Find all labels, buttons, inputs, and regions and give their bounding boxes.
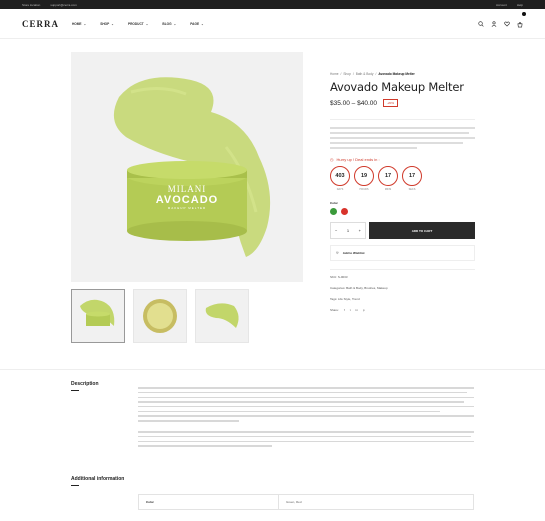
account-link[interactable]: Account [496, 3, 507, 7]
countdown-timer: 403 DAYS 19 HOURS 17 MINS 17 SECS [330, 166, 475, 191]
twitter-icon[interactable]: t [350, 308, 351, 312]
description-underline [71, 390, 79, 391]
chevron-down-icon: ⌄ [145, 21, 149, 26]
cart-badge [522, 11, 526, 16]
cart-icon [517, 21, 523, 27]
nav-page[interactable]: PAGE ⌄ [190, 22, 203, 26]
additional-info-title: Additional information [71, 476, 125, 482]
chevron-down-icon: ⌄ [201, 21, 204, 26]
timer-secs: 17 [402, 166, 422, 186]
qty-minus-button[interactable]: − [335, 228, 337, 233]
help-link[interactable]: Help [517, 3, 523, 7]
nav-blog[interactable]: BLOG ⌄ [162, 22, 176, 26]
nav-product[interactable]: PRODUCT ⌄ [128, 22, 148, 26]
attr-value: Green, Red [286, 500, 302, 504]
swatch-red[interactable] [341, 208, 348, 215]
jar-name: AVOCADO [155, 194, 219, 206]
add-to-cart-button[interactable]: ADD TO CART [369, 222, 475, 239]
site-header: CERRA HOME ⌄ SHOP ⌄ PRODUCT ⌄ BLOG ⌄ PAGE ⌄ [0, 9, 545, 39]
facebook-icon[interactable]: f [344, 308, 345, 312]
user-icon[interactable] [491, 20, 497, 27]
thumbnail-1[interactable] [71, 289, 125, 343]
pinterest-icon[interactable]: p [363, 308, 365, 312]
cart-button[interactable] [517, 11, 526, 33]
timer-days: 403 [330, 166, 350, 186]
nav-shop[interactable]: SHOP ⌄ [100, 22, 114, 26]
logo[interactable]: CERRA [22, 19, 72, 29]
chevron-down-icon: ⌄ [173, 21, 177, 26]
linkedin-icon[interactable]: in [356, 308, 358, 312]
breadcrumb-shop[interactable]: Shop [343, 72, 350, 76]
product-tabs-section [0, 369, 545, 370]
sale-badge: -20% [383, 99, 399, 107]
qty-plus-button[interactable]: + [359, 228, 361, 233]
product-title: Avovado Makeup Melter [330, 80, 464, 94]
chevron-down-icon: ⌄ [111, 21, 114, 26]
add-to-wishlist-button[interactable]: ♡ Add to Wishlist [330, 245, 475, 261]
nav-home[interactable]: HOME ⌄ [72, 22, 86, 26]
description-title: Description [71, 381, 99, 387]
wishlist-label: Add to Wishlist [342, 251, 365, 255]
store-location-link[interactable]: Store location [22, 3, 40, 7]
product-main: MILANI AVOCADO MAKEUP MELTER Home / Shop /… [71, 52, 475, 343]
breadcrumb-category[interactable]: Bath & Body [356, 72, 374, 76]
search-icon[interactable] [478, 20, 484, 27]
additional-info-table: Color Green, Red [138, 494, 474, 510]
deal-text: Hurry up ! Deal ends in : [336, 157, 380, 162]
color-label: Color [330, 201, 338, 205]
thumbnail-3[interactable] [195, 289, 249, 343]
jar-sub: MAKEUP MELTER [167, 206, 207, 210]
description-body [138, 384, 474, 447]
attr-label: Color [139, 495, 279, 509]
short-description [330, 119, 475, 149]
jar-label: MILANI AVOCADO MAKEUP MELTER [127, 184, 247, 210]
product-main-image[interactable] [71, 52, 303, 282]
product-info: Home / Shop / Bath & Body / Avovado Makeup … [330, 72, 475, 319]
timer-mins: 17 [378, 166, 398, 186]
swatch-green[interactable] [330, 208, 337, 215]
heart-icon[interactable] [504, 21, 510, 27]
heart-icon: ♡ [336, 251, 339, 255]
qty-value[interactable]: 1 [347, 228, 349, 233]
jar-brand: MILANI [167, 184, 207, 194]
top-bar: Store location support@cerra.com Account… [0, 0, 545, 9]
breadcrumb: Home / Shop / Bath & Body / Avovado Makeup … [330, 72, 415, 76]
main-nav: HOME ⌄ SHOP ⌄ PRODUCT ⌄ BLOG ⌄ PAGE ⌄ [72, 22, 204, 26]
thumbnail-2[interactable] [133, 289, 187, 343]
categories: Categories: Bath & Body, Brushes, Makeup [330, 286, 388, 290]
color-swatches [330, 208, 475, 215]
product-price: $35.00 – $40.00 [330, 99, 377, 107]
product-meta: SKU: S-0033 Categories: Bath & Body, Bru… [330, 269, 475, 312]
chevron-down-icon: ⌄ [83, 21, 87, 26]
additional-info-underline [71, 485, 79, 486]
quantity-stepper[interactable]: − 1 + [330, 222, 366, 239]
timer-hours: 19 [354, 166, 374, 186]
share-label: Share: [330, 308, 339, 312]
clock-icon: ◷ [330, 157, 334, 162]
thumbnail-list [71, 289, 249, 343]
tags: Tags: Life Style, Trend [330, 297, 360, 301]
email-link[interactable]: support@cerra.com [50, 3, 76, 7]
deal-notice: ◷ Hurry up ! Deal ends in : [330, 157, 475, 162]
breadcrumb-current: Avovado Makeup Melter [378, 72, 415, 76]
breadcrumb-home[interactable]: Home [330, 72, 339, 76]
sku: SKU: S-0033 [330, 275, 348, 279]
